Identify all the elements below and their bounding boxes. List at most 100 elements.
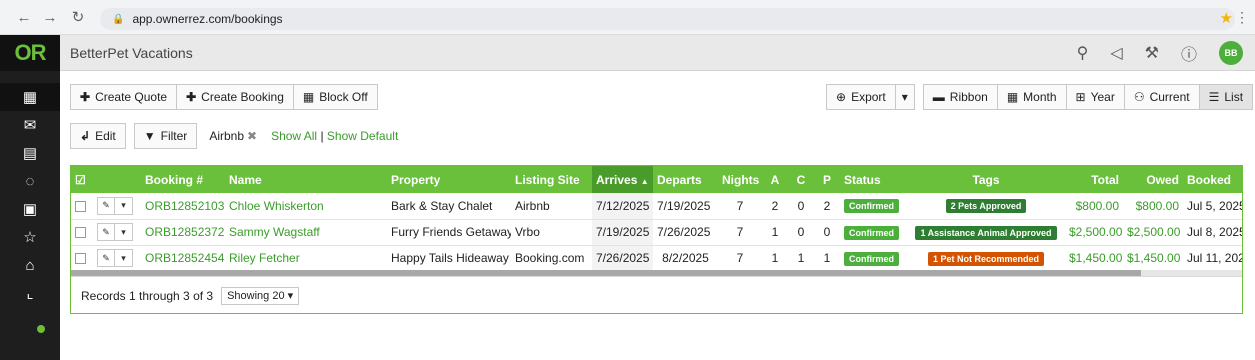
- export-button[interactable]: ⊕ Export: [826, 84, 896, 110]
- column-header-owed[interactable]: Owed: [1123, 166, 1183, 193]
- browser-toolbar: ← → ↻ 🔒 app.ownerrez.com/bookings ★ ⋮: [0, 0, 1255, 35]
- nights-cell: 7: [718, 245, 762, 272]
- chart-icon[interactable]: ⌞: [0, 279, 60, 307]
- megaphone-icon[interactable]: ◁: [1110, 43, 1122, 63]
- booking-number-link[interactable]: ORB12852454: [141, 245, 225, 272]
- table-row[interactable]: ✎ ▾ ORB12852103 Chloe Whiskerton Bark & S…: [71, 193, 1242, 220]
- column-header-tags[interactable]: Tags: [907, 166, 1065, 193]
- view-current-button[interactable]: ⚇ Current: [1124, 84, 1200, 110]
- remove-filter-icon[interactable]: ✖: [247, 129, 257, 143]
- block-off-button[interactable]: ▦ Block Off: [293, 84, 378, 110]
- pencil-icon[interactable]: ✎: [97, 196, 115, 215]
- select-all-checkbox[interactable]: ☑: [71, 166, 93, 193]
- app-logo[interactable]: OR: [0, 35, 60, 71]
- calendar-icon[interactable]: ▦: [0, 83, 60, 111]
- plus-icon: ✚: [186, 90, 197, 104]
- column-header-children[interactable]: C: [788, 166, 814, 193]
- booking-number-link[interactable]: ORB12852103: [141, 193, 225, 220]
- browser-menu-icon[interactable]: ⋮: [1235, 9, 1249, 26]
- table-row[interactable]: ✎ ▾ ORB12852454 Riley Fetcher Happy Tails…: [71, 245, 1242, 272]
- view-current-label: Current: [1149, 90, 1190, 104]
- property-cell: Furry Friends Getaway: [387, 219, 511, 246]
- view-year-button[interactable]: ⊞ Year: [1066, 84, 1125, 110]
- column-header-total[interactable]: Total: [1065, 166, 1123, 193]
- row-menu-caret-icon[interactable]: ▾: [115, 223, 133, 241]
- page-size-select[interactable]: Showing 20 ▾: [221, 286, 300, 305]
- create-quote-label: Create Quote: [95, 90, 168, 104]
- block-off-label: Block Off: [319, 90, 368, 104]
- column-header-nights[interactable]: Nights: [718, 166, 762, 193]
- arrives-cell: 7/12/2025: [592, 193, 653, 220]
- column-header-booked[interactable]: Booked: [1183, 166, 1242, 193]
- tag-badge: 1 Pet Not Recommended: [927, 251, 1045, 266]
- bookings-table: ☑ Booking # Name Property Listing Site A…: [71, 166, 1242, 272]
- booking-number-link[interactable]: ORB12852372: [141, 219, 225, 246]
- edit-button[interactable]: ↲ Edit: [70, 123, 126, 149]
- download-icon: ⊕: [836, 90, 847, 104]
- back-icon[interactable]: ←: [14, 7, 34, 27]
- app-header: BetterPet Vacations ⚲ ◁ ⚒ ⓘ BB: [60, 35, 1255, 71]
- avatar[interactable]: BB: [1219, 41, 1243, 65]
- row-checkbox[interactable]: [75, 227, 86, 239]
- search-icon[interactable]: ⚲: [1077, 43, 1089, 63]
- mail-icon[interactable]: ✉: [0, 111, 60, 139]
- contact-card-icon[interactable]: ▣: [0, 195, 60, 223]
- url-text: app.ownerrez.com/bookings: [132, 12, 283, 26]
- tag-badge: 1 Assistance Animal Approved: [915, 225, 1057, 240]
- column-header-pets[interactable]: P: [814, 166, 840, 193]
- message-icon[interactable]: ◌: [0, 167, 60, 195]
- row-checkbox[interactable]: [75, 253, 86, 265]
- column-header-name[interactable]: Name: [225, 166, 387, 193]
- row-menu-caret-icon[interactable]: ▾: [115, 196, 133, 215]
- star-list-icon[interactable]: ☆: [0, 223, 60, 251]
- children-cell: 0: [788, 219, 814, 246]
- create-booking-label: Create Booking: [201, 90, 284, 104]
- pencil-icon[interactable]: ✎: [97, 249, 115, 267]
- pencil-icon[interactable]: ✎: [97, 223, 115, 241]
- booked-cell: Jul 11, 2025: [1183, 245, 1242, 272]
- address-bar[interactable]: 🔒 app.ownerrez.com/bookings: [100, 8, 1235, 30]
- edit-arrow-icon: ↲: [80, 129, 91, 143]
- view-list-button[interactable]: ☰ List: [1199, 84, 1254, 110]
- show-default-link[interactable]: Show Default: [327, 129, 398, 143]
- bank-icon[interactable]: ⌂: [0, 251, 60, 279]
- column-header-departs[interactable]: Departs: [653, 166, 718, 193]
- create-booking-button[interactable]: ✚ Create Booking: [177, 84, 294, 110]
- document-icon[interactable]: ▤: [0, 139, 60, 167]
- guest-name-link[interactable]: Chloe Whiskerton: [225, 193, 387, 220]
- filter-value: Airbnb: [209, 129, 244, 143]
- guest-name-link[interactable]: Sammy Wagstaff: [225, 219, 387, 246]
- bookmark-star-icon[interactable]: ★: [1220, 9, 1233, 27]
- create-toolbar: ✚ Create Quote ✚ Create Booking ▦ Block Off: [70, 84, 378, 110]
- check-square-icon: ☑: [75, 172, 86, 187]
- column-header-listing-site[interactable]: Listing Site: [511, 166, 592, 193]
- table-row[interactable]: ✎ ▾ ORB12852372 Sammy Wagstaff Furry Frie…: [71, 219, 1242, 246]
- help-icon[interactable]: ⓘ: [1181, 41, 1197, 65]
- row-checkbox[interactable]: [75, 201, 86, 213]
- view-year-label: Year: [1090, 90, 1115, 104]
- column-header-booking[interactable]: Booking #: [141, 166, 225, 193]
- guest-name-link[interactable]: Riley Fetcher: [225, 245, 387, 272]
- column-header-arrives[interactable]: Arrives ▲: [592, 166, 653, 193]
- pets-cell: 0: [814, 219, 840, 246]
- column-header-adults[interactable]: A: [762, 166, 788, 193]
- page-size-value: Showing 20: [227, 289, 285, 302]
- create-quote-button[interactable]: ✚ Create Quote: [70, 84, 178, 110]
- show-all-link[interactable]: Show All: [271, 129, 317, 143]
- edit-label: Edit: [95, 129, 116, 143]
- children-cell: 0: [788, 193, 814, 220]
- row-menu-caret-icon[interactable]: ▾: [115, 249, 133, 267]
- page-title: BetterPet Vacations: [70, 44, 193, 61]
- view-month-button[interactable]: ▦ Month: [997, 84, 1067, 110]
- filter-button[interactable]: ▼ Filter: [133, 123, 198, 149]
- view-month-label: Month: [1023, 90, 1057, 104]
- reload-icon[interactable]: ↻: [68, 7, 88, 27]
- export-dropdown-button[interactable]: ▾: [895, 84, 915, 110]
- wrench-icon[interactable]: ⚒: [1145, 43, 1159, 63]
- grid-icon: ▦: [302, 90, 315, 104]
- view-ribbon-button[interactable]: ▬ Ribbon: [922, 84, 998, 110]
- arrives-cell: 7/19/2025: [592, 219, 653, 246]
- forward-icon[interactable]: →: [40, 7, 60, 27]
- column-header-status[interactable]: Status: [840, 166, 907, 193]
- column-header-property[interactable]: Property: [387, 166, 511, 193]
